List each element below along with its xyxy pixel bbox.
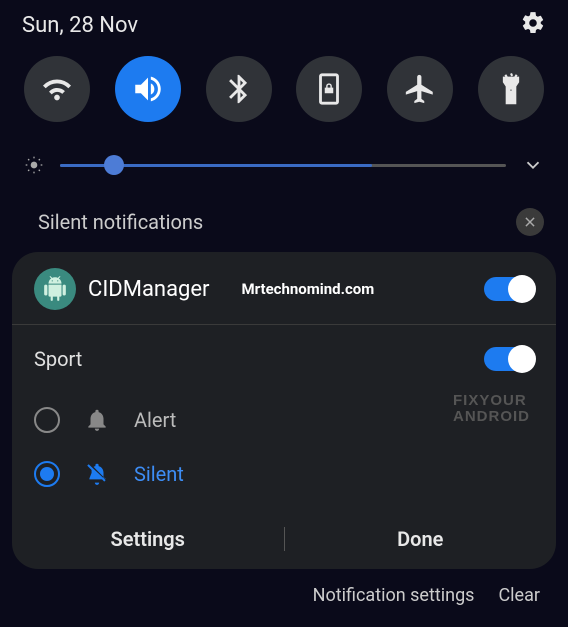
quick-settings-row	[0, 48, 568, 130]
bell-icon	[84, 407, 110, 433]
clear-button[interactable]: Clear	[498, 585, 540, 606]
qs-airplane-button[interactable]	[387, 56, 453, 122]
bluetooth-icon	[222, 72, 256, 106]
brightness-row	[0, 130, 568, 188]
brightness-slider[interactable]	[60, 164, 506, 167]
qs-flashlight-button[interactable]	[478, 56, 544, 122]
brightness-icon	[24, 155, 44, 175]
watermark-fixyourandroid: FIXYOUR ANDROID	[453, 393, 530, 425]
qs-sound-button[interactable]	[115, 56, 181, 122]
radio-silent[interactable]	[34, 461, 60, 487]
watermark-text: Mrtechnomind.com	[242, 280, 375, 298]
section-title: Silent notifications	[38, 210, 203, 234]
radio-alert[interactable]	[34, 407, 60, 433]
qs-rotation-lock-button[interactable]	[296, 56, 362, 122]
settings-gear-button[interactable]	[520, 10, 546, 40]
portrait-lock-icon	[312, 72, 346, 106]
gear-icon	[520, 10, 546, 36]
sound-icon	[131, 72, 165, 106]
bell-off-icon	[84, 461, 110, 487]
android-icon	[42, 276, 68, 302]
app-avatar	[34, 268, 76, 310]
app-name: CIDManager	[88, 277, 210, 302]
channel-toggle[interactable]	[484, 347, 534, 371]
app-notifications-toggle[interactable]	[484, 277, 534, 301]
qs-wifi-button[interactable]	[24, 56, 90, 122]
notification-settings-link[interactable]: Notification settings	[313, 585, 475, 606]
qs-bluetooth-button[interactable]	[206, 56, 272, 122]
notification-card: CIDManager Mrtechnomind.com Sport FIXYOU…	[12, 252, 556, 569]
done-button[interactable]: Done	[285, 527, 557, 551]
channel-name: Sport	[34, 347, 82, 371]
close-icon	[523, 215, 537, 229]
settings-button[interactable]: Settings	[12, 527, 284, 551]
brightness-thumb[interactable]	[104, 155, 124, 175]
date-label[interactable]: Sun, 28 Nov	[22, 13, 138, 38]
airplane-icon	[403, 72, 437, 106]
wifi-icon	[40, 72, 74, 106]
option-alert-label: Alert	[134, 408, 176, 432]
close-button[interactable]	[516, 208, 544, 236]
option-silent-label: Silent	[134, 462, 184, 486]
option-silent[interactable]: Silent	[34, 447, 534, 501]
flashlight-icon	[494, 72, 528, 106]
chevron-down-icon[interactable]	[522, 154, 544, 176]
